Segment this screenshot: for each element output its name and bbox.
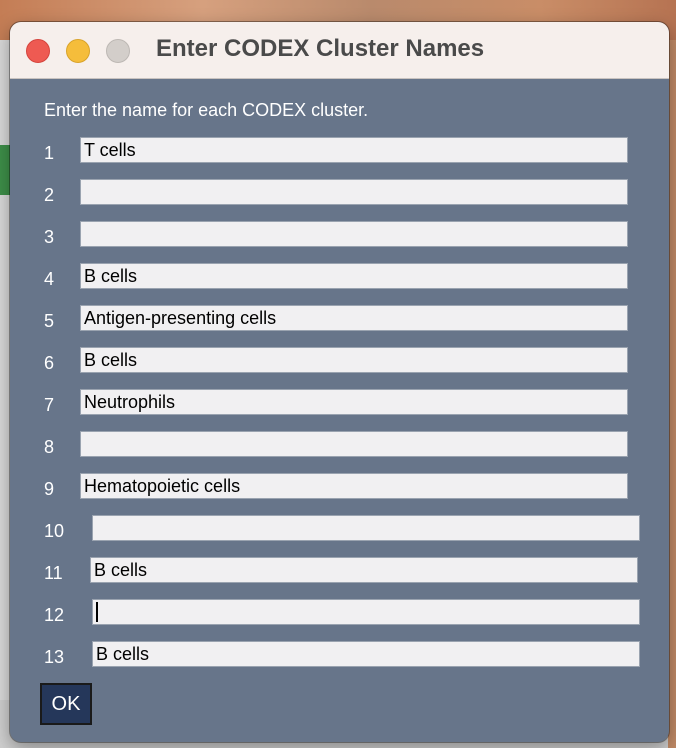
row-number: 4	[44, 269, 55, 289]
text-cursor	[96, 601, 98, 622]
row-number: 13	[44, 647, 65, 667]
row-number: 9	[44, 479, 55, 499]
row-number: 7	[44, 395, 55, 415]
row-number: 5	[44, 311, 55, 331]
instructions-text: Enter the name for each CODEX cluster.	[44, 100, 369, 120]
ok-button[interactable]: OK	[40, 683, 92, 725]
desktop-background-right	[668, 40, 676, 748]
maximize-window-button[interactable]	[106, 39, 130, 63]
close-window-button[interactable]	[26, 39, 50, 63]
cluster-name-field[interactable]: Neutrophils	[80, 389, 628, 415]
title-bar: Enter CODEX Cluster Names	[10, 22, 669, 79]
row-number: 6	[44, 353, 55, 373]
cluster-name-field[interactable]: B cells	[80, 263, 628, 289]
cluster-name-field[interactable]: B cells	[90, 557, 638, 583]
cluster-name-field[interactable]: T cells	[80, 137, 628, 163]
cluster-name-field[interactable]: Antigen-presenting cells	[80, 305, 628, 331]
cluster-name-field[interactable]: B cells	[92, 641, 640, 667]
row-number: 8	[44, 437, 55, 457]
cluster-name-field-active[interactable]	[92, 599, 640, 625]
cluster-name-field[interactable]	[80, 221, 628, 247]
window-title: Enter CODEX Cluster Names	[156, 35, 485, 62]
cluster-name-field[interactable]: Hematopoietic cells	[80, 473, 628, 499]
row-number: 3	[44, 227, 55, 247]
minimize-window-button[interactable]	[66, 39, 90, 63]
cluster-name-field[interactable]	[80, 431, 628, 457]
row-number: 1	[44, 143, 55, 163]
cluster-name-field[interactable]: B cells	[80, 347, 628, 373]
cluster-names-dialog: Enter CODEX Cluster Names Enter the name…	[10, 22, 669, 742]
row-number: 2	[44, 185, 55, 205]
row-number: 11	[44, 563, 63, 583]
cluster-name-field[interactable]	[92, 515, 640, 541]
row-number: 10	[44, 521, 65, 541]
cluster-name-field[interactable]	[80, 179, 628, 205]
row-number: 12	[44, 605, 65, 625]
